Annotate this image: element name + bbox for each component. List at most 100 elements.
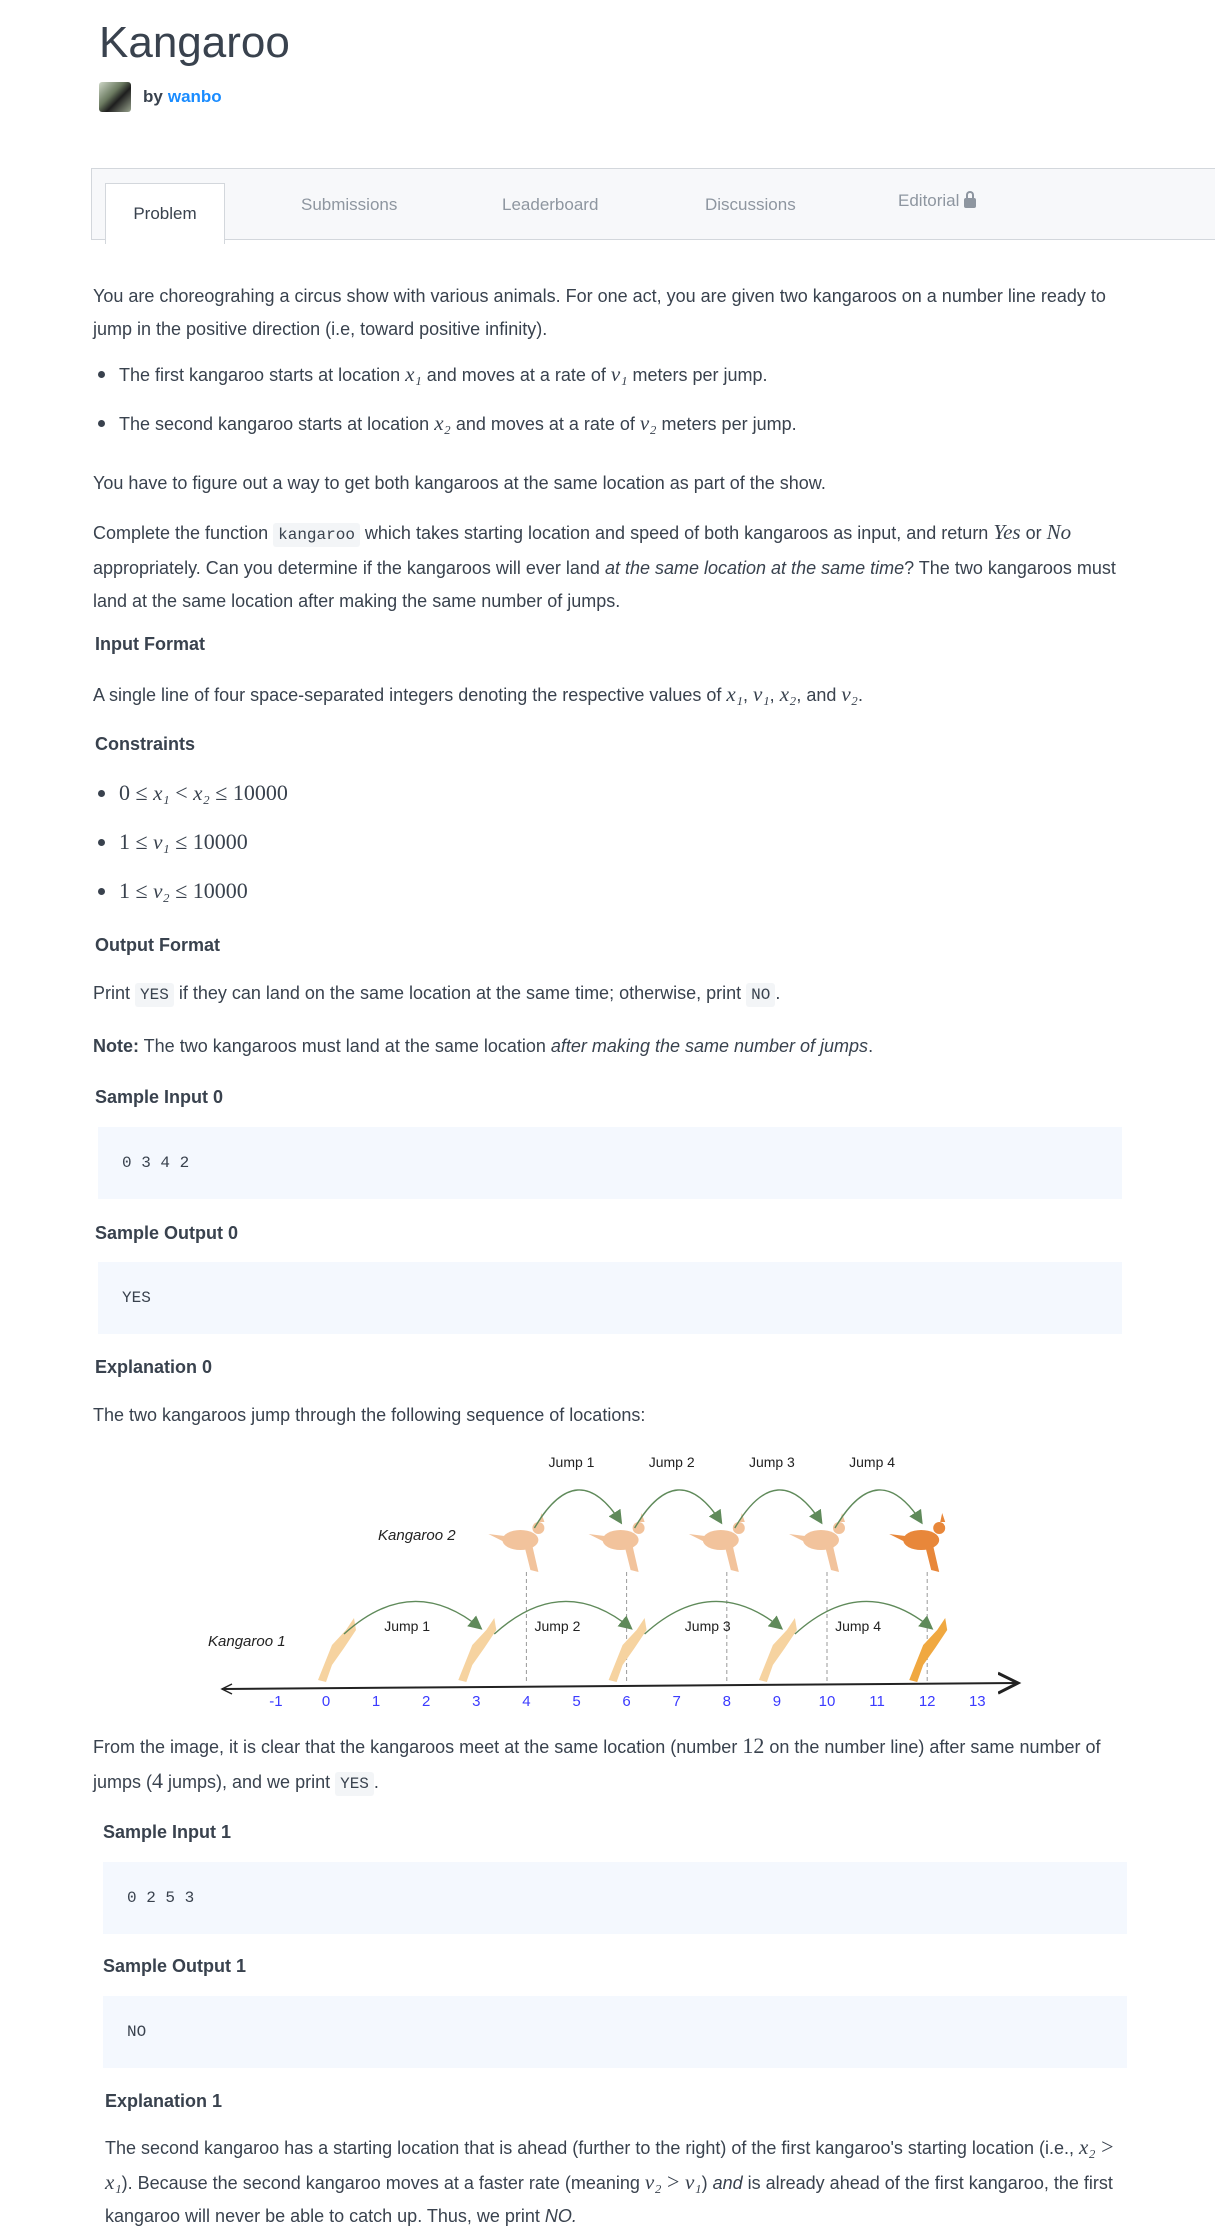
jump-label: Jump 1 bbox=[549, 1454, 595, 1470]
tab-label: Editorial bbox=[898, 191, 960, 210]
sample-input-1-heading: Sample Input 1 bbox=[103, 1822, 232, 1842]
math-expression: No bbox=[1046, 520, 1072, 544]
math-expression: 4 bbox=[152, 1768, 164, 1793]
output-format-text: Print YES if they can land on the same l… bbox=[93, 977, 1123, 1012]
explanation-0-heading: Explanation 0 bbox=[95, 1357, 213, 1377]
inline-code: YES bbox=[135, 983, 174, 1007]
tick-label: 12 bbox=[919, 1693, 936, 1710]
tick-label: -1 bbox=[269, 1693, 282, 1710]
math-expression: v₁ bbox=[684, 2170, 702, 2194]
explanation-0-text: From the image, it is clear that the kan… bbox=[93, 1729, 1123, 1801]
constraint-text: 1 ≤ v₁ ≤ 10000 bbox=[119, 829, 248, 855]
bullet-text: The second kangaroo starts at location x… bbox=[119, 411, 797, 436]
tick-label: 5 bbox=[572, 1693, 580, 1710]
lock-icon bbox=[964, 191, 977, 208]
tick-label: 11 bbox=[869, 1693, 885, 1710]
text-segment: , bbox=[769, 685, 780, 705]
math-expression: x₁ bbox=[105, 2170, 122, 2194]
explanation-1-text: The second kangaroo has a starting locat… bbox=[105, 2130, 1125, 2233]
bullet-dot bbox=[98, 420, 105, 427]
text-segment: The two kangaroos jump through the follo… bbox=[93, 1405, 646, 1425]
text-segment: and bbox=[712, 2173, 743, 2193]
math-expression: 0 ≤ bbox=[119, 780, 154, 805]
input-format-text: A single line of four space-separated in… bbox=[93, 678, 1123, 712]
intro-paragraph: You are choreograhing a circus show with… bbox=[93, 280, 1123, 346]
text-segment: From the image, it is clear that the kan… bbox=[93, 1737, 743, 1757]
tab-submissions[interactable]: Submissions bbox=[301, 169, 397, 241]
math-expression: x₂ bbox=[434, 411, 451, 435]
text-segment: NO. bbox=[544, 2206, 577, 2226]
kangaroo-1-label: Kangaroo 1 bbox=[208, 1633, 286, 1650]
tick-label: 3 bbox=[472, 1693, 480, 1710]
tab-discussions[interactable]: Discussions bbox=[705, 169, 796, 241]
math-expression: v₂ bbox=[644, 2170, 662, 2194]
text-segment: at the same location at the same time bbox=[604, 558, 905, 578]
math-expression: > bbox=[661, 2169, 685, 2194]
math-expression: x₂ bbox=[193, 781, 210, 805]
kangaroo-2-icon bbox=[588, 1513, 645, 1572]
author-link[interactable]: wanbo bbox=[168, 87, 222, 107]
text-segment: You are choreograhing a circus show with… bbox=[93, 286, 1106, 339]
sample-input-0-box[interactable]: 0 3 4 2 bbox=[98, 1127, 1122, 1199]
kangaroo-2-icon bbox=[688, 1513, 745, 1572]
input-format-heading: Input Format bbox=[95, 634, 205, 654]
sample-input-0-text: 0 3 4 2 bbox=[122, 1154, 190, 1172]
sample-output-1-box[interactable]: NO bbox=[103, 1996, 1127, 2068]
text-segment: jumps), and we print bbox=[163, 1772, 336, 1792]
tick-label: 4 bbox=[522, 1693, 530, 1710]
bullet-dot bbox=[98, 838, 105, 846]
sample-input-1-text: 0 2 5 3 bbox=[127, 1889, 195, 1907]
text-segment: meters per jump. bbox=[656, 414, 797, 434]
text-segment: and moves at a rate of bbox=[421, 365, 611, 385]
bullet-kangaroo-1: The first kangaroo starts at location x₁… bbox=[98, 362, 768, 387]
sample-input-0-heading: Sample Input 0 bbox=[95, 1087, 224, 1107]
sample-output-0-text: YES bbox=[122, 1289, 151, 1307]
sample-output-0-box[interactable]: YES bbox=[98, 1262, 1122, 1334]
kangaroo-1-icon bbox=[318, 1618, 356, 1682]
kangaroo-1-icon bbox=[608, 1618, 647, 1682]
math-expression: x₁ bbox=[405, 362, 422, 386]
bullet-kangaroo-2: The second kangaroo starts at location x… bbox=[98, 411, 797, 436]
kangaroo-2-icon bbox=[889, 1513, 946, 1572]
tick-label: 2 bbox=[422, 1693, 430, 1710]
jump-arrow bbox=[734, 1489, 823, 1529]
text-segment: . bbox=[868, 1036, 874, 1056]
text-segment: if they can land on the same location at… bbox=[173, 983, 747, 1003]
tab-label: Leaderboard bbox=[502, 195, 599, 214]
constraint-item: 1 ≤ v₁ ≤ 10000 bbox=[98, 829, 248, 855]
tick-label: 0 bbox=[322, 1693, 330, 1710]
math-expression: v₂ bbox=[841, 682, 858, 706]
math-expression: x₂ bbox=[1078, 2135, 1096, 2159]
text-segment: ). Because the second kangaroo moves at … bbox=[121, 2173, 645, 2193]
kangaroo-2-icon bbox=[488, 1513, 545, 1572]
math-expression: x₂ bbox=[779, 682, 797, 706]
constraint-item: 1 ≤ v₂ ≤ 10000 bbox=[98, 878, 248, 904]
sample-output-1-text: NO bbox=[127, 2023, 147, 2041]
math-expression: v₁ bbox=[153, 830, 170, 854]
sample-input-1-box[interactable]: 0 2 5 3 bbox=[103, 1862, 1127, 1934]
jump-label: Jump 4 bbox=[835, 1618, 881, 1634]
by-label: by bbox=[143, 87, 163, 106]
math-expression: ≤ 10000 bbox=[169, 878, 248, 903]
tab-leaderboard[interactable]: Leaderboard bbox=[502, 169, 598, 241]
kangaroo-jump-diagram: -1 0 1 2 3 4 5 6 7 8 9 10 11 12 13Jump 1Jump 1Jump 2Ju… bbox=[208, 1454, 1215, 1710]
constraints-heading: Constraints bbox=[95, 734, 196, 754]
text-segment: The first kangaroo starts at location bbox=[119, 365, 406, 385]
text-segment: or bbox=[1020, 523, 1047, 543]
math-expression: 12 bbox=[742, 1733, 765, 1758]
tab-label: Discussions bbox=[705, 195, 796, 214]
inline-code: YES bbox=[335, 1772, 374, 1796]
jump-arrow bbox=[633, 1489, 723, 1529]
tab-editorial[interactable]: Editorial bbox=[898, 165, 977, 237]
text-segment: after making the same number of jumps bbox=[550, 1036, 869, 1056]
jump-label: Jump 3 bbox=[749, 1454, 795, 1470]
jump-label: Jump 1 bbox=[384, 1618, 430, 1634]
tab-bar: Problem Submissions Leaderboard Discussi… bbox=[91, 165, 1215, 244]
text-segment: The two kangaroos must land at the same … bbox=[139, 1036, 551, 1056]
tab-problem[interactable]: Problem bbox=[105, 183, 225, 244]
avatar[interactable] bbox=[99, 82, 131, 112]
bullet-dot bbox=[98, 887, 105, 895]
tab-label: Problem bbox=[133, 204, 197, 223]
math-expression: 1 ≤ bbox=[119, 829, 154, 854]
math-expression: ≤ 10000 bbox=[209, 780, 288, 805]
